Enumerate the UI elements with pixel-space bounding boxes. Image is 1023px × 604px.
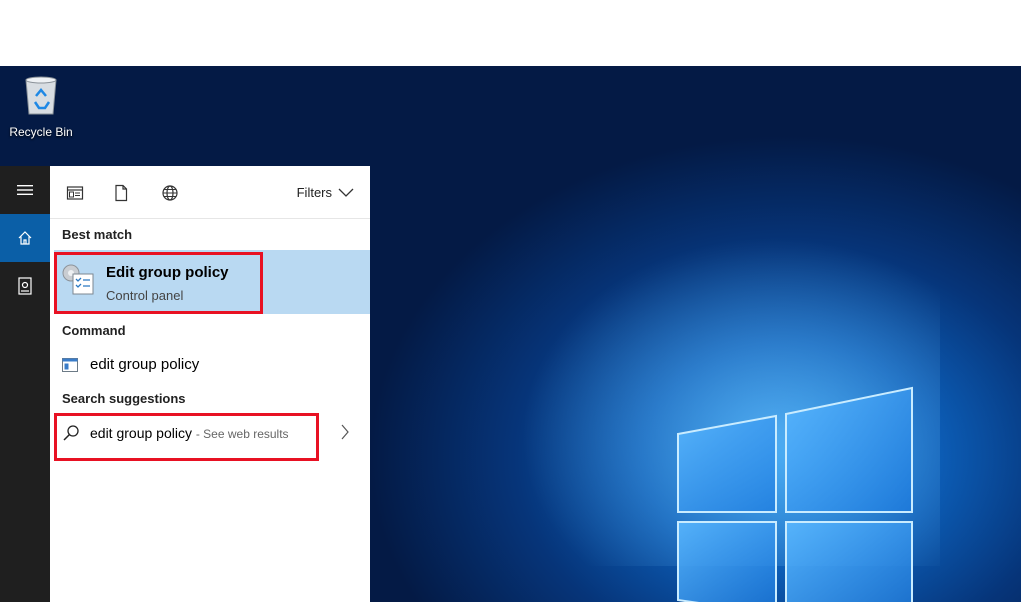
- start-rail: [0, 166, 50, 602]
- search-toolbar: Filters: [50, 166, 370, 219]
- notebook-icon: [18, 277, 32, 295]
- search-suggestions-header: Search suggestions: [62, 391, 186, 406]
- highlight-box-suggestion: [54, 413, 319, 461]
- windows-logo: [677, 386, 913, 602]
- documents-filter-icon[interactable]: [112, 184, 130, 202]
- command-header: Command: [62, 323, 126, 338]
- chevron-right-icon[interactable]: [340, 424, 350, 440]
- chevron-down-icon: [338, 188, 354, 197]
- hamburger-icon: [17, 185, 33, 195]
- recycle-bin[interactable]: Recycle Bin: [6, 74, 76, 139]
- command-result[interactable]: edit group policy: [62, 356, 199, 373]
- filters-dropdown[interactable]: Filters: [297, 185, 354, 200]
- notebook-button[interactable]: [0, 262, 50, 310]
- recycle-bin-label: Recycle Bin: [9, 125, 73, 139]
- recycle-bin-icon: [25, 76, 57, 115]
- command-label: edit group policy: [90, 356, 200, 373]
- hamburger-menu-button[interactable]: [0, 166, 50, 214]
- highlight-box-best-match: [54, 252, 263, 314]
- home-icon: [18, 231, 32, 245]
- web-filter-icon[interactable]: [161, 184, 179, 202]
- search-results-panel: Filters Best match Edit group policy Con…: [50, 166, 370, 602]
- apps-filter-icon[interactable]: [66, 184, 84, 202]
- best-match-header: Best match: [62, 227, 133, 242]
- console-icon: [62, 357, 78, 372]
- filters-label: Filters: [296, 185, 332, 200]
- home-button[interactable]: [0, 214, 50, 262]
